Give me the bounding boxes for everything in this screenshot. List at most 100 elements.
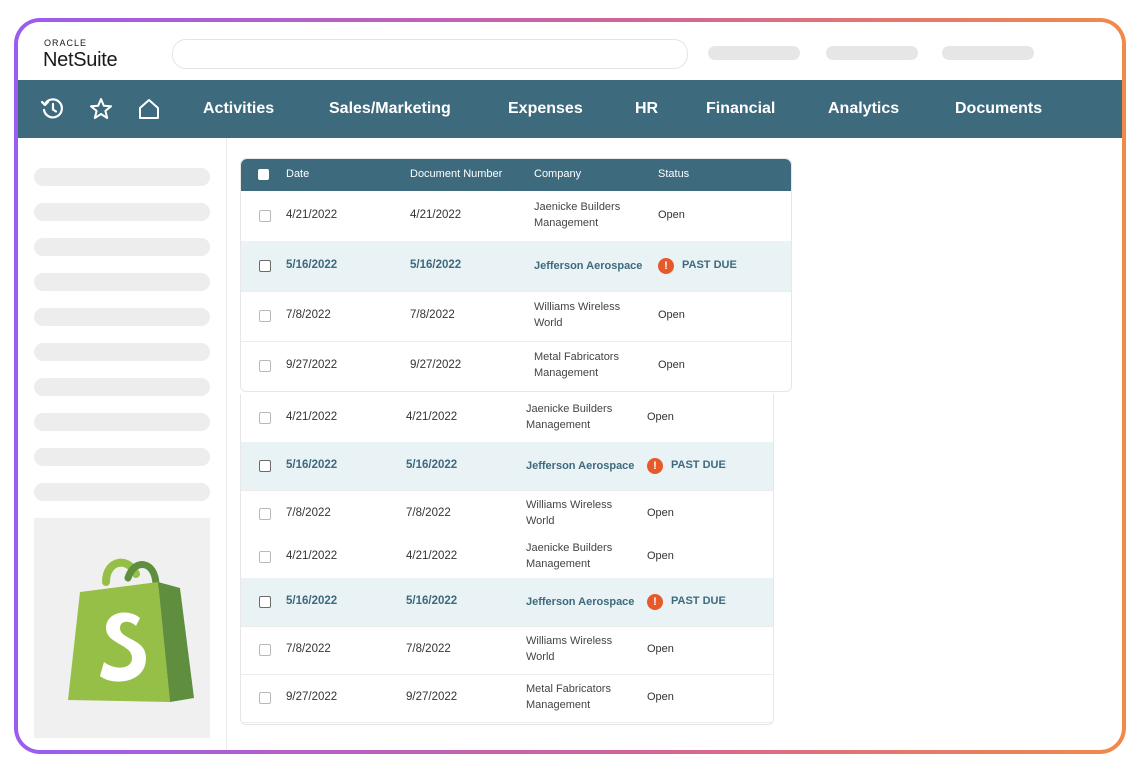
cell-document-number[interactable]: 4/21/2022: [410, 209, 461, 221]
header-placeholder-pill[interactable]: [708, 46, 800, 60]
cell-company[interactable]: Williams Wireless World: [526, 497, 636, 529]
table-row[interactable]: 4/21/2022 4/21/2022 Jaenicke Builders Mana…: [241, 191, 791, 242]
status-badge-past-due: PAST DUE: [682, 259, 737, 271]
table-row[interactable]: 5/16/2022 5/16/2022 Jefferson Aerospace! PA…: [241, 442, 773, 491]
status-badge: Open: [647, 550, 674, 562]
gradient-frame: ORACLE NetSuite Activities Sales/Marketi…: [14, 18, 1126, 754]
cell-document-number[interactable]: 9/27/2022: [406, 691, 457, 703]
status-badge: Open: [647, 691, 674, 703]
search-input[interactable]: [172, 39, 688, 69]
status-badge: Open: [647, 411, 674, 423]
sidebar-placeholder-item[interactable]: [34, 483, 210, 501]
row-checkbox[interactable]: [259, 310, 271, 322]
column-header-status[interactable]: Status: [658, 168, 689, 180]
table-row[interactable]: 5/16/2022 5/16/2022 Jefferson Aerospace! PA…: [241, 578, 773, 627]
cell-date: 7/8/2022: [286, 309, 331, 321]
cell-document-number[interactable]: 7/8/2022: [406, 507, 451, 519]
table-row[interactable]: 4/21/2022 4/21/2022 Jaenicke Builders Mana…: [241, 394, 773, 443]
nav-expenses[interactable]: Expenses: [508, 100, 583, 118]
column-header-company[interactable]: Company: [534, 168, 581, 180]
table-row[interactable]: 7/8/2022 7/8/2022 Williams Wireless World O…: [241, 626, 773, 675]
nav-financial[interactable]: Financial: [706, 100, 775, 118]
cell-company[interactable]: Jefferson Aerospace: [534, 258, 642, 274]
cell-date: 9/27/2022: [286, 359, 338, 371]
star-icon[interactable]: [88, 96, 114, 122]
home-icon[interactable]: [136, 96, 162, 122]
cell-date: 9/27/2022: [286, 691, 338, 703]
main-nav: Activities Sales/Marketing Expenses HR F…: [18, 80, 1122, 138]
cell-document-number[interactable]: 9/27/2022: [410, 359, 461, 371]
cell-company[interactable]: Jaenicke Builders Management: [526, 401, 636, 433]
table-row[interactable]: 7/8/2022 7/8/2022 Williams Wireless World O…: [241, 490, 773, 539]
cell-company[interactable]: Metal Fabricators Management: [526, 681, 636, 713]
nav-hr[interactable]: HR: [635, 100, 658, 118]
table-row[interactable]: 4/21/2022 4/21/2022 Jaenicke Builders Mana…: [241, 536, 773, 579]
logo-oracle-text: ORACLE: [44, 38, 88, 48]
table-row[interactable]: 9/27/2022 9/27/2022 Metal Fabricators Mana…: [241, 341, 791, 391]
row-checkbox[interactable]: [259, 644, 271, 656]
table-row[interactable]: 7/8/2022 7/8/2022 Williams Wireless World O…: [241, 291, 791, 342]
cell-date: 5/16/2022: [286, 459, 338, 471]
row-checkbox[interactable]: [259, 210, 271, 222]
nav-sales-marketing[interactable]: Sales/Marketing: [329, 100, 451, 118]
app-window: ORACLE NetSuite Activities Sales/Marketi…: [18, 22, 1122, 750]
row-checkbox[interactable]: [259, 508, 271, 520]
cell-date: 4/21/2022: [286, 550, 338, 562]
cell-date: 5/16/2022: [286, 259, 338, 271]
alert-icon: !: [647, 594, 663, 610]
cell-document-number[interactable]: 7/8/2022: [410, 309, 455, 321]
sidebar-placeholder-item[interactable]: [34, 168, 210, 186]
header-placeholder-pill[interactable]: [942, 46, 1034, 60]
documents-table-continued: 4/21/2022 4/21/2022 Jaenicke Builders Mana…: [240, 394, 774, 541]
table-row[interactable]: 5/16/2022 5/16/2022 Jefferson Aerospace! PA…: [241, 241, 791, 292]
status-badge: Open: [647, 507, 674, 519]
cell-company[interactable]: Jaenicke Builders Management: [534, 199, 644, 231]
sidebar-placeholder-item[interactable]: [34, 308, 210, 326]
status-badge-past-due: PAST DUE: [671, 595, 726, 607]
sidebar-placeholder-item[interactable]: [34, 413, 210, 431]
sidebar-placeholder-item[interactable]: [34, 203, 210, 221]
cell-company[interactable]: Williams Wireless World: [534, 299, 644, 331]
row-checkbox[interactable]: [259, 460, 271, 472]
cell-date: 4/21/2022: [286, 209, 338, 221]
cell-company[interactable]: Williams Wireless World: [526, 633, 636, 665]
sidebar-placeholder-item[interactable]: [34, 378, 210, 396]
cell-company[interactable]: Jefferson Aerospace: [526, 594, 634, 610]
header: ORACLE NetSuite: [18, 22, 1122, 80]
table-row[interactable]: 9/27/2022 9/27/2022 Metal Fabricators Mana…: [241, 674, 773, 723]
row-checkbox[interactable]: [259, 692, 271, 704]
history-icon[interactable]: [40, 96, 66, 122]
row-checkbox[interactable]: [259, 596, 271, 608]
cell-document-number[interactable]: 4/21/2022: [406, 411, 457, 423]
select-all-checkbox[interactable]: [258, 169, 269, 180]
cell-company[interactable]: Metal Fabricators Management: [534, 349, 644, 381]
sidebar-placeholder-item[interactable]: [34, 343, 210, 361]
nav-documents[interactable]: Documents: [955, 100, 1042, 118]
logo-netsuite-text: NetSuite: [43, 49, 118, 71]
shopify-bag-icon: [68, 558, 194, 702]
row-checkbox[interactable]: [259, 360, 271, 372]
column-header-date[interactable]: Date: [286, 168, 309, 180]
column-header-document-number[interactable]: Document Number: [410, 168, 502, 180]
status-badge: Open: [647, 643, 674, 655]
sidebar-placeholder-item[interactable]: [34, 238, 210, 256]
cell-company[interactable]: Jaenicke Builders Management: [526, 540, 636, 572]
sidebar-placeholder-item[interactable]: [34, 448, 210, 466]
row-checkbox[interactable]: [259, 551, 271, 563]
row-checkbox[interactable]: [259, 260, 271, 272]
cell-document-number[interactable]: 5/16/2022: [406, 595, 457, 607]
status-badge: Open: [658, 209, 685, 221]
sidebar-placeholder-item[interactable]: [34, 273, 210, 291]
cell-company[interactable]: Jefferson Aerospace: [526, 458, 634, 474]
cell-document-number[interactable]: 4/21/2022: [406, 550, 457, 562]
cell-document-number[interactable]: 5/16/2022: [410, 259, 461, 271]
header-placeholder-pill[interactable]: [826, 46, 918, 60]
nav-analytics[interactable]: Analytics: [828, 100, 899, 118]
alert-icon: !: [658, 258, 674, 274]
row-checkbox[interactable]: [259, 412, 271, 424]
alert-icon: !: [647, 458, 663, 474]
cell-document-number[interactable]: 5/16/2022: [406, 459, 457, 471]
cell-date: 7/8/2022: [286, 507, 331, 519]
cell-document-number[interactable]: 7/8/2022: [406, 643, 451, 655]
nav-activities[interactable]: Activities: [203, 100, 274, 118]
